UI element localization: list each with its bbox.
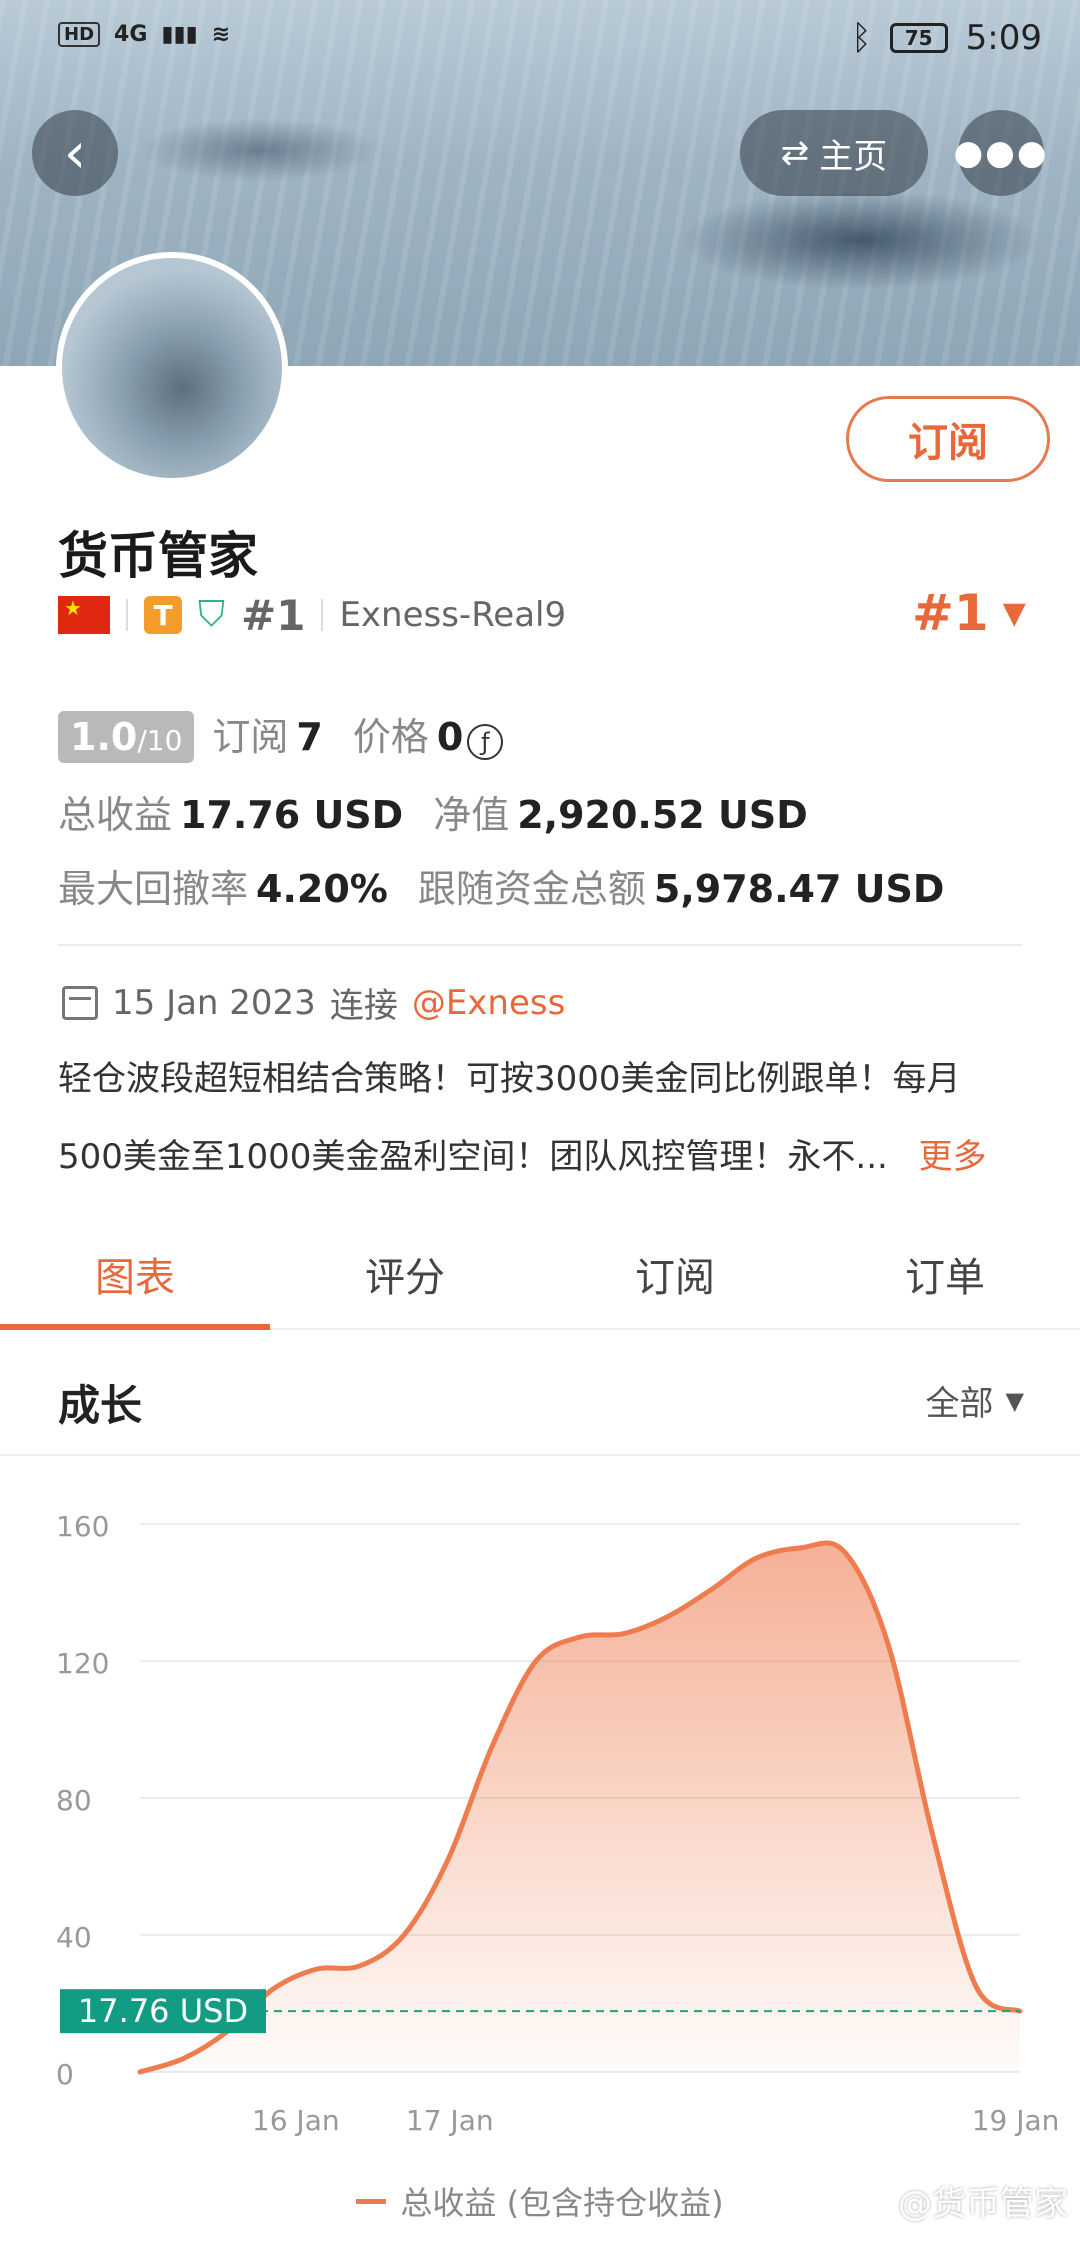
tab-bar: 图表 评分 订阅 订单 [0, 1220, 1080, 1330]
net-value-label: 净值 [433, 793, 510, 837]
tab-chart[interactable]: 图表 [0, 1220, 270, 1330]
divider [321, 599, 324, 631]
tab-orders[interactable]: 订单 [810, 1220, 1080, 1328]
wifi-icon: ≋ [211, 22, 231, 47]
battery-icon: 75 [889, 23, 948, 53]
connection-row: 15 Jan 2023 连接 @Exness [62, 978, 565, 1027]
calendar-icon [62, 985, 98, 1020]
description-text: 500美金至1000美金盈利空间！团队风控管理！永不... [58, 1137, 888, 1177]
rank-badge: #1 [241, 590, 306, 640]
current-value-label: 17.76 USD [78, 1992, 248, 2030]
china-flag-icon [58, 596, 110, 634]
caret-down-icon: ▼ [1005, 1386, 1024, 1415]
net-value-value: 2,920.52 USD [517, 793, 808, 837]
legend-swatch [356, 2198, 387, 2204]
home-label: 主页 [819, 136, 888, 177]
score-value: 1.0 [70, 715, 138, 759]
rank-value: #1 [912, 584, 989, 642]
caret-down-icon: ▼ [1002, 595, 1026, 631]
divider [126, 599, 128, 631]
filter-label: 全部 [925, 1384, 994, 1424]
growth-header: 成长 全部 ▼ [0, 1340, 1080, 1456]
subscribe-count-value: 7 [296, 715, 323, 759]
home-button[interactable]: ⇄ 主页 [740, 110, 928, 196]
t-badge-icon: T [144, 596, 182, 634]
follow-funds-label: 跟随资金总额 [417, 867, 646, 911]
description-line-1: 轻仓波段超短相结合策略！可按3000美金同比例跟单！每月 [58, 1059, 961, 1099]
price-label: 价格 [352, 715, 429, 759]
follow-funds-value: 5,978.47 USD [653, 867, 945, 911]
more-dots-icon: ●●● [953, 133, 1049, 173]
broker-link[interactable]: @Exness [412, 983, 566, 1023]
profile-name: 货币管家 [58, 527, 258, 585]
y-tick-label: 40 [56, 1921, 92, 1954]
status-left: HD 4G ▮▮▮ ≋ [58, 22, 230, 47]
x-tick-label: 17 Jan [406, 2104, 494, 2137]
y-tick-label: 120 [56, 1647, 109, 1680]
more-button[interactable]: ●●● [954, 110, 1047, 196]
verified-shield-icon: ⛉ [198, 594, 226, 635]
description-line-2: 500美金至1000美金盈利空间！团队风控管理！永不... 更多 [58, 1118, 1028, 1196]
connect-date: 15 Jan 2023 [112, 982, 316, 1023]
swap-icon: ⇄ [780, 133, 810, 173]
status-bar: HD 4G ▮▮▮ ≋ ᛒ 75 5:09 [0, 0, 1080, 84]
coin-icon: ƒ [467, 724, 504, 760]
signal-icon: ▮▮▮ [161, 22, 198, 47]
back-button[interactable]: ‹ [32, 110, 118, 196]
range-filter[interactable]: 全部 ▼ [926, 1376, 1024, 1425]
chevron-left-icon: ‹ [63, 120, 87, 186]
score-badge: 1.0/10 [58, 711, 195, 763]
price-value: 0 [436, 715, 464, 759]
tab-rating[interactable]: 评分 [270, 1220, 540, 1328]
status-right: ᛒ 75 5:09 [851, 18, 1042, 58]
more-link[interactable]: 更多 [919, 1137, 987, 1177]
total-profit-value: 17.76 USD [180, 793, 404, 837]
badge-row: T ⛉ #1 Exness-Real9 [58, 590, 567, 640]
section-divider [58, 944, 1022, 946]
x-tick-label: 16 Jan [252, 2104, 340, 2137]
growth-chart: 0 40 80 120 160 17.76 USD 16 Jan 17 Jan 19 Jan [0, 1460, 1080, 2244]
total-profit-label: 总收益 [58, 793, 173, 837]
watermark: @货币管家 [898, 2184, 1068, 2224]
tab-subscribe[interactable]: 订阅 [540, 1220, 810, 1328]
stats-row-1: 1.0/10 订阅 7 价格 0 ƒ [58, 706, 504, 763]
network-indicator: 4G [114, 22, 148, 47]
growth-chart-svg: 0 40 80 120 160 17.76 USD 16 Jan 17 Jan 19 Jan [56, 1510, 1060, 2137]
y-tick-label: 160 [56, 1510, 109, 1543]
rank-dropdown[interactable]: #1 ▼ [912, 584, 1026, 642]
stats-row-3: 最大回撤率 4.20% 跟随资金总额 5,978.47 USD [58, 858, 944, 913]
section-title: 成长 [58, 1381, 143, 1430]
score-max: /10 [137, 724, 183, 757]
y-tick-label: 0 [56, 2058, 74, 2091]
subscribe-button[interactable]: 订阅 [846, 396, 1050, 482]
stats-row-2: 总收益 17.76 USD 净值 2,920.52 USD [58, 784, 808, 839]
bluetooth-icon: ᛒ [851, 18, 872, 58]
subscribe-count-label: 订阅 [212, 715, 289, 759]
clock: 5:09 [965, 18, 1042, 58]
x-tick-label: 19 Jan [972, 2104, 1060, 2137]
hd-indicator: HD [58, 22, 101, 47]
max-drawdown-label: 最大回撤率 [58, 867, 249, 911]
connect-label: 连接 [329, 986, 398, 1026]
y-tick-label: 80 [56, 1784, 92, 1817]
max-drawdown-value: 4.20% [256, 867, 388, 911]
avatar[interactable] [56, 252, 288, 484]
server-name: Exness-Real9 [339, 595, 567, 635]
legend-label: 总收益 (包含持仓收益) [400, 2184, 724, 2222]
